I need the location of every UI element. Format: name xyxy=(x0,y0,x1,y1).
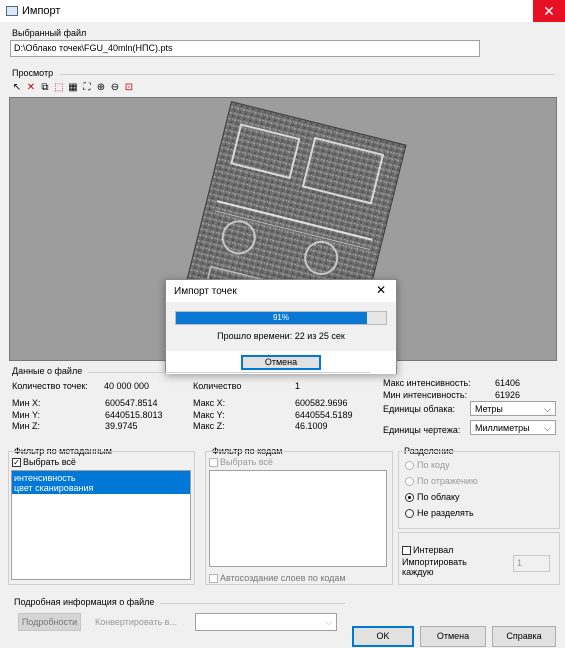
separation-option-by-cloud[interactable]: По облаку xyxy=(405,492,460,503)
auto-layers-label: Автосоздание слоев по кодам xyxy=(220,573,346,583)
separation-option-label: По коду xyxy=(417,460,450,470)
cancel-button[interactable]: Отмена xyxy=(420,626,486,647)
pointer-icon[interactable]: ↖ xyxy=(12,83,22,93)
cloud-units-label: Единицы облака: xyxy=(383,404,456,414)
code-select-all[interactable]: Выбрать всё xyxy=(209,457,273,468)
preview-toolbar: ↖ ✕ ⧉ ⬚ ▦ ⛶ ⊕ ⊖ ⊡ xyxy=(12,82,162,94)
fit-icon[interactable]: ⛶ xyxy=(82,83,92,93)
separation-option-by-code[interactable]: По коду xyxy=(405,460,450,471)
file-path-field[interactable]: D:\Облако точек\FGU_40mln(НПС).pts xyxy=(10,40,480,57)
min-y-label: Мин Y: xyxy=(12,410,41,420)
min-intensity-value: 61926 xyxy=(495,390,521,400)
delete-icon[interactable]: ✕ xyxy=(26,83,36,93)
point-count-value: 40 000 000 xyxy=(104,381,150,391)
elapsed-time: Прошло времени: 22 из 25 сек xyxy=(217,331,345,341)
max-intensity-label: Макс интенсивность: xyxy=(383,378,471,388)
count-label: Количество xyxy=(193,381,242,391)
radio-selected-icon xyxy=(405,493,414,503)
progress-cancel-button[interactable]: Отмена xyxy=(241,355,321,370)
separation-option-by-reflection[interactable]: По отражению xyxy=(405,476,478,487)
progress-percent: 91% xyxy=(272,313,289,322)
meta-filter-list[interactable]: интенсивность цвет сканирования xyxy=(11,470,191,580)
cloud-units-value: Метры xyxy=(475,404,503,414)
list-item[interactable]: цвет сканирования xyxy=(12,483,190,494)
progress-dialog-title: Импорт точек xyxy=(174,286,237,297)
interval-label: Интервал xyxy=(413,545,454,555)
drawing-units-select[interactable]: Миллиметры ⌵ xyxy=(470,420,556,435)
help-button[interactable]: Справка xyxy=(492,626,556,647)
fill-icon[interactable]: ▦ xyxy=(68,83,78,93)
drawing-units-label: Единицы чертежа: xyxy=(383,425,461,435)
drawing-units-value: Миллиметры xyxy=(475,423,530,433)
close-icon[interactable]: ✕ xyxy=(533,0,565,22)
code-filter-list[interactable] xyxy=(209,470,387,567)
max-z-value: 46.1009 xyxy=(295,421,328,431)
min-x-label: Мин X: xyxy=(12,398,41,408)
list-item[interactable]: интенсивность xyxy=(12,471,190,483)
checkbox-icon xyxy=(402,546,411,556)
zoom-window-icon[interactable]: ⊡ xyxy=(124,83,134,93)
max-x-label: Макс X: xyxy=(193,398,226,408)
chevron-down-icon: ⌵ xyxy=(544,423,551,433)
box-select-icon[interactable]: ⬚ xyxy=(54,83,64,93)
checkbox-icon xyxy=(209,574,218,584)
interval-field[interactable]: 1 xyxy=(513,555,550,572)
meta-select-all-label: Выбрать всё xyxy=(23,457,76,467)
details-label: Подробная информация о файле xyxy=(14,597,155,607)
import-each-label: Импортировать каждую xyxy=(402,557,467,577)
convert-select[interactable]: ⌵ xyxy=(195,613,337,631)
zoom-in-icon[interactable]: ⊕ xyxy=(96,83,106,93)
chevron-down-icon: ⌵ xyxy=(325,617,332,627)
code-select-all-label: Выбрать всё xyxy=(220,457,273,467)
checkbox-checked-icon: ✓ xyxy=(12,458,21,468)
min-z-label: Мин Z: xyxy=(12,421,40,431)
max-x-value: 600582.9696 xyxy=(295,398,348,408)
window-title: Импорт xyxy=(22,5,61,17)
file-data-divider xyxy=(88,372,370,373)
file-data-label: Данные о файле xyxy=(12,366,83,376)
convert-label: Конвертировать в... xyxy=(95,617,177,627)
selected-file-label: Выбранный файл xyxy=(12,28,87,38)
progress-dialog: Импорт точек ✕ 91% Прошло времени: 22 из… xyxy=(165,279,397,374)
min-intensity-label: Мин интенсивность: xyxy=(383,390,468,400)
radio-icon xyxy=(405,477,414,487)
min-y-value: 6440515.8013 xyxy=(105,410,163,420)
point-count-label: Количество точек: xyxy=(12,381,88,391)
title-bar: Импорт ✕ xyxy=(0,0,565,22)
radio-icon xyxy=(405,461,414,471)
interval-option[interactable]: Интервал xyxy=(402,545,454,556)
checkbox-icon xyxy=(209,458,218,468)
chevron-down-icon: ⌵ xyxy=(544,404,551,414)
count-value: 1 xyxy=(295,381,301,391)
auto-layers-option[interactable]: Автосоздание слоев по кодам xyxy=(209,573,346,584)
preview-divider xyxy=(60,74,555,75)
separation-option-none[interactable]: Не разделять xyxy=(405,508,474,519)
zoom-out-icon[interactable]: ⊖ xyxy=(110,83,120,93)
meta-select-all[interactable]: ✓ Выбрать всё xyxy=(12,457,76,468)
max-z-label: Макс Z: xyxy=(193,421,225,431)
app-icon xyxy=(6,6,18,16)
min-z-value: 39.9745 xyxy=(105,421,138,431)
details-divider xyxy=(160,603,345,604)
radio-icon xyxy=(405,509,414,519)
max-y-value: 6440554.5189 xyxy=(295,410,353,420)
progress-bar: 91% xyxy=(175,311,387,325)
separation-option-label: Не разделять xyxy=(417,508,474,518)
separation-option-label: По отражению xyxy=(417,476,478,486)
progress-dialog-close-icon[interactable]: ✕ xyxy=(376,283,386,297)
min-x-value: 600547.8514 xyxy=(105,398,158,408)
select-icon[interactable]: ⧉ xyxy=(40,83,50,93)
details-button[interactable]: Подробности xyxy=(18,613,81,631)
cloud-units-select[interactable]: Метры ⌵ xyxy=(470,401,556,416)
preview-label: Просмотр xyxy=(12,68,54,78)
separation-option-label: По облаку xyxy=(417,492,460,502)
max-intensity-value: 61406 xyxy=(495,378,521,388)
max-y-label: Макс Y: xyxy=(193,410,225,420)
ok-button[interactable]: OK xyxy=(352,626,414,647)
